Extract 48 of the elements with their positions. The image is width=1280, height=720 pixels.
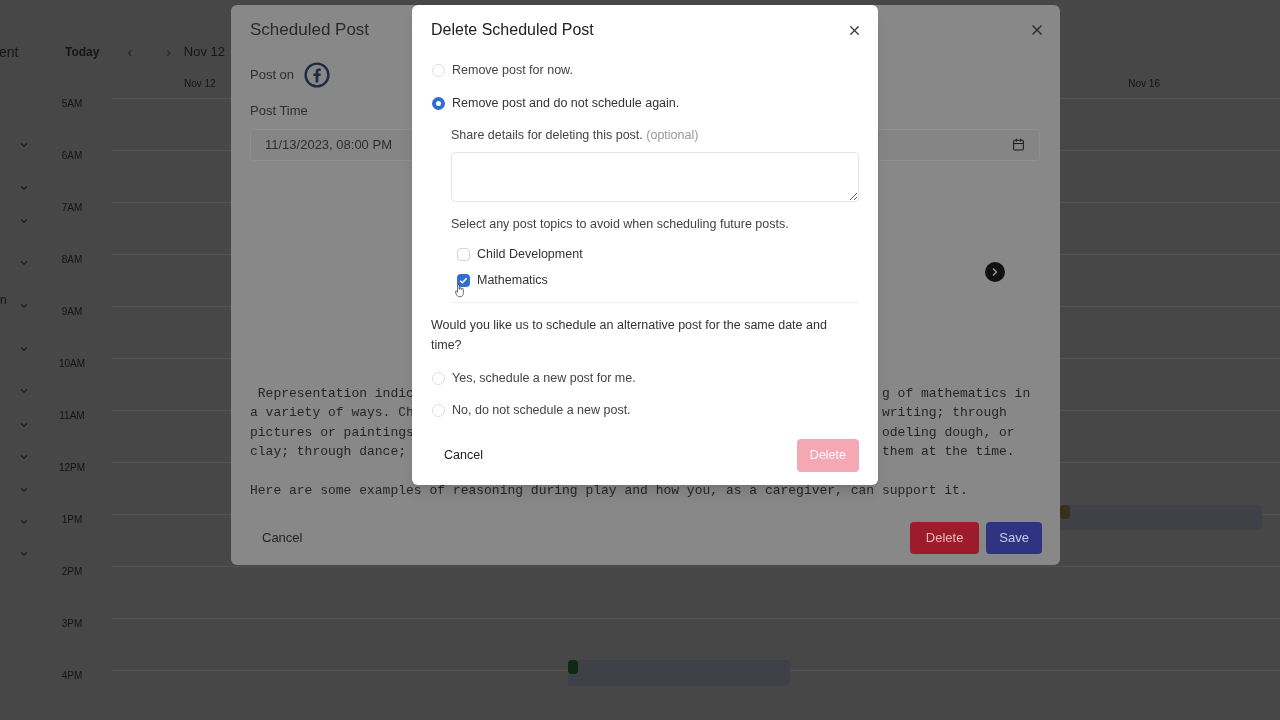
cursor-icon bbox=[455, 284, 465, 298]
radio-label[interactable]: Remove post for now. bbox=[452, 62, 573, 78]
checkbox[interactable] bbox=[457, 247, 470, 261]
chevron-down-icon[interactable] bbox=[19, 420, 29, 430]
radio-label[interactable]: Yes, schedule a new post for me. bbox=[452, 370, 636, 386]
chevron-down-icon[interactable] bbox=[19, 140, 29, 150]
details-field[interactable] bbox=[451, 152, 859, 202]
check-icon bbox=[459, 275, 468, 285]
radio-button[interactable] bbox=[432, 96, 445, 110]
chevron-down-icon[interactable] bbox=[19, 517, 29, 527]
post-text: writing; through bbox=[882, 404, 1007, 422]
topics-prompt: Select any post topics to avoid when scheduling future posts. bbox=[451, 216, 790, 232]
post-time-label: Post Time bbox=[250, 102, 308, 120]
dialog-title: Scheduled Post bbox=[250, 19, 370, 42]
post-text: them at the time. bbox=[882, 443, 1015, 461]
details-label: Share details for deleting this post. (optional) bbox=[451, 127, 700, 143]
post-text: odeling dough, or bbox=[882, 423, 1015, 442]
chevron-down-icon[interactable] bbox=[19, 216, 29, 226]
chevron-down-icon[interactable] bbox=[19, 485, 29, 495]
checkbox-label[interactable]: Child Development bbox=[477, 246, 583, 262]
next-arrow-button[interactable] bbox=[985, 261, 1005, 282]
facebook-icon[interactable] bbox=[304, 62, 331, 88]
post-text: g of mathematics in bbox=[882, 384, 1031, 403]
save-button[interactable]: Save bbox=[986, 521, 1042, 554]
chevron-down-icon[interactable] bbox=[19, 452, 29, 462]
post-on-label: Post on bbox=[250, 66, 295, 85]
post-text: clay; through dance; bbox=[250, 443, 407, 461]
event-card[interactable] bbox=[568, 660, 790, 686]
cancel-button[interactable]: Cancel bbox=[250, 521, 315, 554]
chevron-down-icon[interactable] bbox=[19, 549, 29, 559]
checkbox-label[interactable]: Mathematics bbox=[477, 272, 548, 288]
alternative-question: Would you like us to schedule an alternative post for the same date and time? bbox=[431, 317, 828, 354]
delete-button[interactable]: Delete bbox=[909, 521, 980, 554]
chevron-down-icon[interactable] bbox=[19, 183, 29, 193]
radio-label[interactable]: No, do not schedule a new post. bbox=[452, 402, 631, 418]
dialog-title: Delete Scheduled Post bbox=[431, 20, 594, 40]
post-text: pictures or paintings bbox=[250, 423, 414, 442]
radio-label[interactable]: Remove post and do not schedule again. bbox=[452, 95, 680, 111]
chevron-down-icon[interactable] bbox=[19, 301, 29, 311]
post-text: Representation indic bbox=[256, 384, 414, 403]
post-text: Here are some examples of reasoning during play and how you, as a caregiver, can support it. bbox=[250, 482, 968, 500]
event-card[interactable] bbox=[1060, 505, 1262, 530]
chevron-down-icon[interactable] bbox=[19, 386, 29, 396]
chevron-down-icon[interactable] bbox=[19, 258, 29, 268]
chevron-down-icon[interactable] bbox=[19, 344, 29, 354]
calendar-icon[interactable] bbox=[1012, 138, 1025, 151]
checkbox[interactable] bbox=[457, 273, 470, 287]
cancel-button[interactable]: Cancel bbox=[431, 439, 496, 472]
